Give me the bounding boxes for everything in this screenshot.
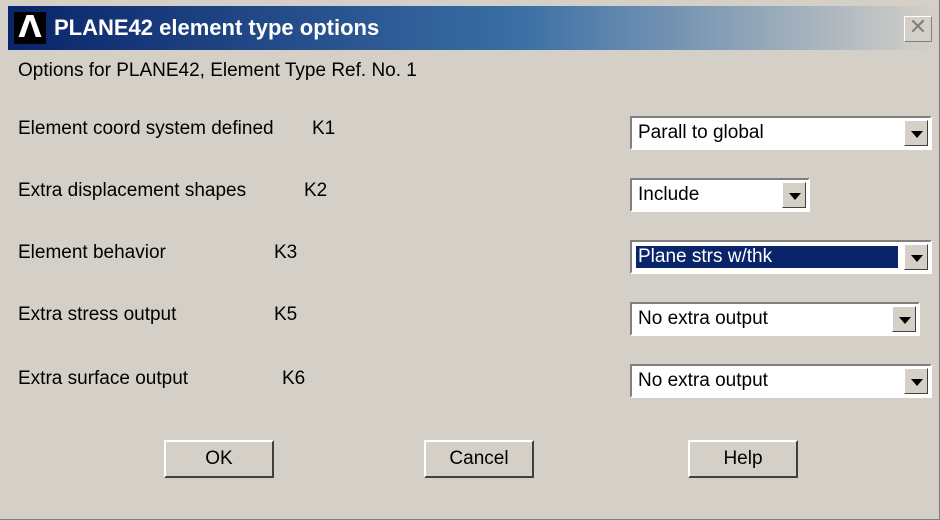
cancel-button[interactable]: Cancel <box>424 440 534 478</box>
chevron-down-icon[interactable] <box>904 120 928 146</box>
ok-button[interactable]: OK <box>164 440 274 478</box>
ansys-logo-icon: Λ <box>14 12 46 44</box>
help-button[interactable]: Help <box>688 440 798 478</box>
chevron-down-icon[interactable] <box>904 244 928 270</box>
option-key-k1: K1 <box>312 118 336 139</box>
chevron-down-icon[interactable] <box>904 368 928 394</box>
option-label-k2: Extra displacement shapes <box>18 180 247 201</box>
option-key-k6: K6 <box>282 368 306 389</box>
close-button[interactable]: ✕ <box>904 16 932 42</box>
k2-dropdown[interactable]: Include <box>630 178 810 212</box>
option-label-k6: Extra surface output <box>18 368 189 389</box>
option-label-k5: Extra stress output <box>18 304 177 325</box>
k2-dropdown-value: Include <box>638 184 700 205</box>
option-label-k1: Element coord system defined <box>18 118 274 139</box>
option-key-k5: K5 <box>274 304 298 325</box>
k1-dropdown[interactable]: Parall to global <box>630 116 932 150</box>
element-type-options-dialog: Λ PLANE42 element type options ✕ Options… <box>0 0 940 520</box>
k3-dropdown[interactable]: Plane strs w/thk <box>630 240 932 274</box>
k5-dropdown-value: No extra output <box>638 308 768 329</box>
k3-dropdown-value: Plane strs w/thk <box>636 246 898 268</box>
k6-dropdown[interactable]: No extra output <box>630 364 932 398</box>
chevron-down-icon[interactable] <box>782 182 806 208</box>
window-title: PLANE42 element type options <box>54 15 380 40</box>
chevron-down-icon[interactable] <box>892 306 916 332</box>
option-key-k2: K2 <box>304 180 328 201</box>
title-bar[interactable]: Λ PLANE42 element type options ✕ <box>8 6 934 50</box>
k1-dropdown-value: Parall to global <box>638 122 764 143</box>
option-key-k3: K3 <box>274 242 298 263</box>
dialog-subtitle: Options for PLANE42, Element Type Ref. N… <box>18 60 417 81</box>
k5-dropdown[interactable]: No extra output <box>630 302 920 336</box>
k6-dropdown-value: No extra output <box>638 370 768 391</box>
option-label-k3: Element behavior <box>18 242 166 263</box>
